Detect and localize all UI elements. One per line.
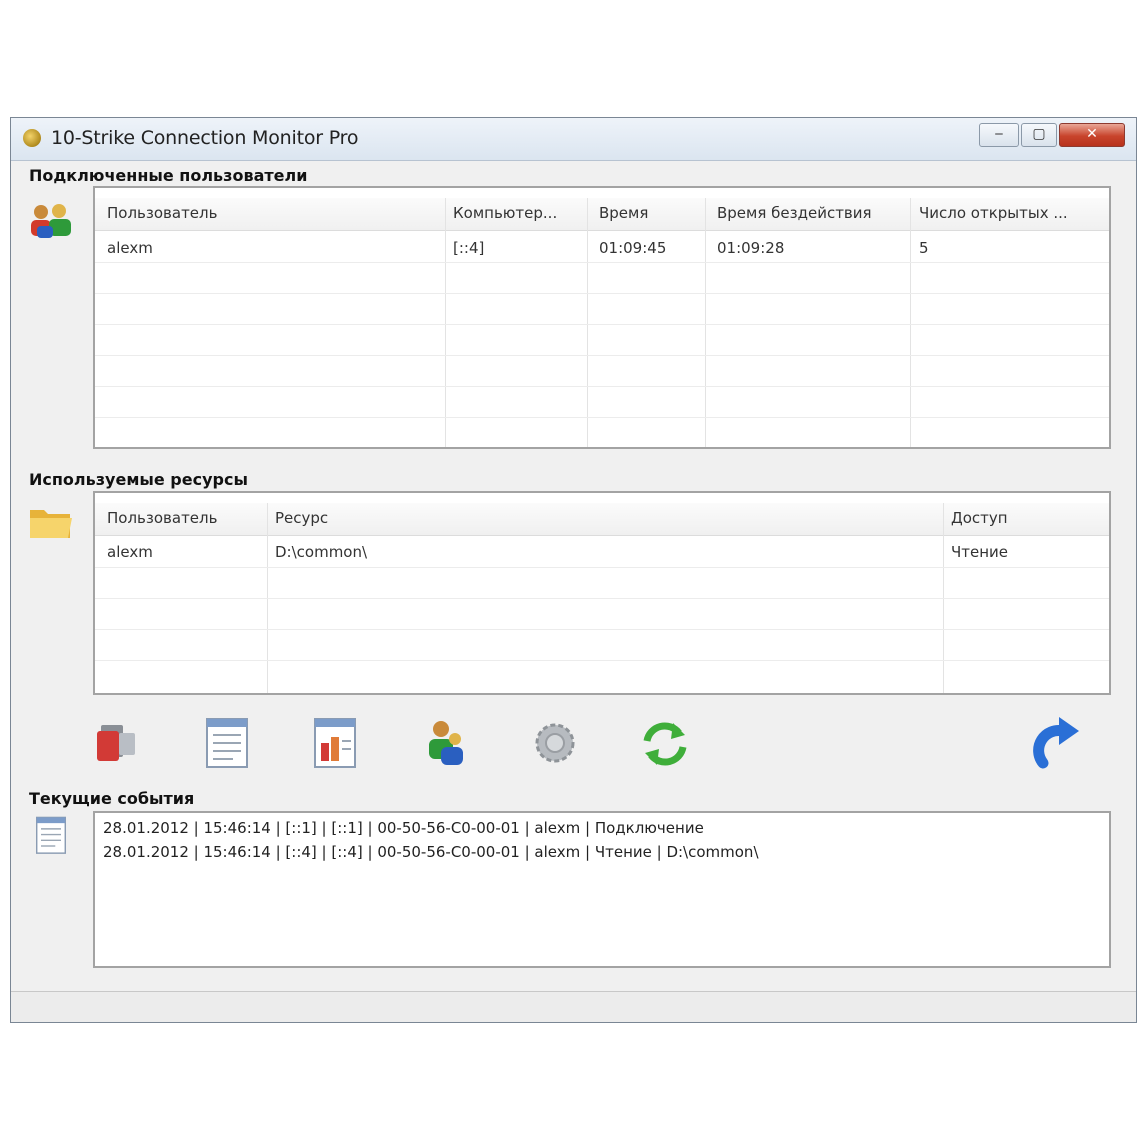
report-chart-button[interactable] [309, 713, 365, 773]
folder-icon [30, 510, 72, 538]
disconnect-icon [97, 725, 135, 761]
gear-icon [535, 723, 575, 763]
resources-section-label: Используемые ресурсы [29, 470, 248, 489]
resources-table: Пользователь Ресурс Доступ alexm D:\comm… [93, 491, 1111, 695]
cell-user: alexm [107, 543, 153, 561]
user-gear-icon [429, 721, 463, 765]
window-title: 10-Strike Connection Monitor Pro [51, 127, 359, 149]
users-table: Пользователь Компьютер... Время Время бе… [93, 186, 1111, 449]
cell-user: alexm [107, 239, 153, 257]
settings-button[interactable] [527, 713, 583, 773]
column-header-idle-time[interactable]: Время бездействия [717, 204, 872, 222]
status-bar [11, 991, 1136, 1022]
column-header-access[interactable]: Доступ [951, 509, 1008, 527]
column-header-time[interactable]: Время [599, 204, 648, 222]
event-line: 28.01.2012 | 15:46:14 | [::4] | [::4] | … [103, 843, 759, 861]
report-chart-icon [314, 718, 356, 768]
column-header-computer[interactable]: Компьютер... [453, 204, 557, 222]
cell-access: Чтение [951, 543, 1009, 561]
cell-idle-time: 01:09:28 [717, 239, 785, 257]
log-icon [36, 816, 66, 854]
event-line: 28.01.2012 | 15:46:14 | [::1] | [::1] | … [103, 819, 704, 837]
refresh-icon [643, 722, 687, 766]
column-header-open-files[interactable]: Число открытых ... [919, 204, 1068, 222]
column-header-user[interactable]: Пользователь [107, 509, 217, 527]
back-button[interactable] [1029, 713, 1085, 773]
close-button[interactable]: ✕ [1059, 123, 1125, 147]
undo-arrow-icon [1033, 717, 1079, 769]
app-logo-icon [23, 129, 41, 147]
user-settings-button[interactable] [419, 713, 475, 773]
events-section-label: Текущие события [29, 789, 195, 808]
report-button[interactable] [201, 713, 257, 773]
cell-computer: [::4] [453, 239, 485, 257]
minimize-button[interactable]: ‒ [979, 123, 1019, 147]
users-icon [31, 204, 71, 238]
report-icon [206, 718, 248, 768]
resources-table-header: Пользователь Ресурс Доступ [95, 503, 1109, 536]
disconnect-user-button[interactable] [91, 713, 147, 773]
refresh-button[interactable] [637, 713, 693, 773]
app-window: 10-Strike Connection Monitor Pro ‒ ▢ ✕ П… [10, 117, 1137, 1023]
users-table-header: Пользователь Компьютер... Время Время бе… [95, 198, 1109, 231]
maximize-button[interactable]: ▢ [1021, 123, 1057, 147]
cell-open-files: 5 [919, 239, 929, 257]
events-log[interactable]: 28.01.2012 | 15:46:14 | [::1] | [::1] | … [93, 811, 1111, 968]
cell-time: 01:09:45 [599, 239, 667, 257]
title-bar: 10-Strike Connection Monitor Pro ‒ ▢ ✕ [11, 118, 1136, 161]
column-header-user[interactable]: Пользователь [107, 204, 217, 222]
column-header-resource[interactable]: Ресурс [275, 509, 328, 527]
users-section-label: Подключенные пользователи [29, 166, 308, 185]
cell-resource: D:\common\ [275, 543, 368, 561]
